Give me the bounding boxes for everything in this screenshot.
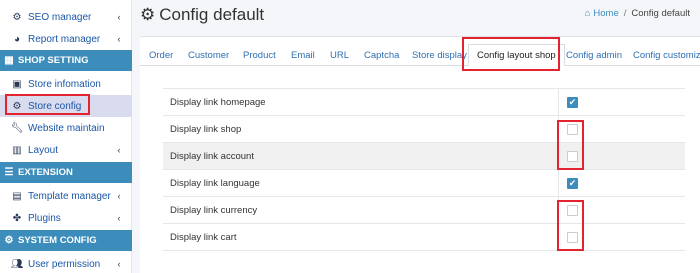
- tab-config-customize[interactable]: Config customize: [633, 44, 700, 66]
- gear-icon: ⚙: [12, 100, 22, 112]
- tab-store-display[interactable]: Store display: [412, 44, 467, 66]
- sidebar-item-label: Website maintain: [28, 122, 105, 134]
- chevron-left-icon: ‹: [117, 213, 121, 223]
- display-currency-checkbox[interactable]: [567, 204, 578, 216]
- display-account-checkbox[interactable]: [567, 150, 578, 162]
- setting-label: Display link shop: [163, 116, 559, 142]
- display-cart-checkbox[interactable]: [567, 231, 578, 243]
- sidebar-item-label: Plugins: [28, 212, 61, 224]
- sidebar-item-label: Layout: [28, 144, 59, 156]
- sidebar-item-label: Report manager: [28, 33, 101, 45]
- display-language-checkbox[interactable]: ✔: [567, 177, 578, 189]
- tab-config-layout-shop[interactable]: Config layout shop: [468, 44, 565, 66]
- pie-chart-icon: ◕: [13, 33, 21, 45]
- setting-label: Display link language: [163, 170, 559, 196]
- sidebar-item-plugins[interactable]: ✤ Plugins ‹: [0, 207, 132, 229]
- chevron-left-icon: ‹: [117, 34, 121, 44]
- sidebar-item-seo-manager[interactable]: ⚙ SEO manager ‹: [0, 6, 132, 28]
- table-row: Display link shop: [163, 116, 685, 143]
- tab-config-admin[interactable]: Config admin: [566, 44, 622, 66]
- setting-label: Display link cart: [163, 224, 559, 250]
- tab-email[interactable]: Email: [291, 44, 315, 66]
- tab-captcha[interactable]: Captcha: [364, 44, 399, 66]
- gears-icon: ⚙: [140, 5, 156, 24]
- layout-icon: ▥: [12, 144, 22, 156]
- sidebar: ⚙ SEO manager ‹ ◕ Report manager ‹ ▦ SHO…: [0, 0, 132, 273]
- gear-icon: ⚙: [12, 11, 22, 23]
- page-title: ⚙ Config default: [140, 5, 265, 24]
- display-shop-checkbox[interactable]: [567, 123, 578, 135]
- sidebar-item-store-infomation[interactable]: ▣ Store infomation: [0, 73, 132, 95]
- chevron-left-icon: ‹: [117, 12, 121, 22]
- list-icon: ☰: [4, 167, 14, 178]
- sidebar-item-label: Template manager: [28, 190, 111, 202]
- gears-icon: ⚙: [4, 235, 14, 246]
- chevron-left-icon: ‹: [117, 145, 121, 155]
- sidebar-item-label: Store config: [28, 100, 82, 112]
- sidebar-item-store-config[interactable]: ⚙ Store config: [0, 95, 132, 117]
- users-icon: 👥︎: [10, 258, 24, 270]
- sidebar-item-website-maintain[interactable]: 🔧︎ Website maintain: [0, 117, 132, 139]
- setting-label: Display link account: [163, 143, 559, 169]
- tab-order[interactable]: Order: [149, 44, 173, 66]
- breadcrumb-home[interactable]: ⌂ Home: [585, 8, 619, 19]
- sidebar-section-system-config: ⚙ SYSTEM CONFIG: [0, 230, 132, 251]
- tab-bar: Order Customer Product Email URL Captcha…: [140, 44, 700, 66]
- setting-label: Display link currency: [163, 197, 559, 223]
- setting-label: Display link homepage: [163, 89, 559, 115]
- table-row: Display link account: [163, 143, 685, 170]
- sidebar-item-user-permission[interactable]: 👥︎ User permission ‹: [0, 253, 132, 273]
- home-icon: ⌂: [584, 8, 591, 19]
- sidebar-item-report-manager[interactable]: ◕ Report manager ‹: [0, 28, 132, 50]
- table-row: Display link cart: [163, 224, 685, 251]
- chevron-left-icon: ‹: [117, 259, 121, 269]
- sidebar-item-label: Store infomation: [28, 78, 101, 90]
- wrench-icon: 🔧︎: [10, 122, 24, 134]
- table-row: Display link homepage ✔: [163, 89, 685, 116]
- sidebar-item-label: User permission: [28, 258, 101, 270]
- display-homepage-checkbox[interactable]: ✔: [567, 96, 578, 108]
- store-icon: ▣: [12, 78, 22, 90]
- template-icon: ▤: [12, 190, 22, 202]
- sidebar-section-shop-setting: ▦ SHOP SETTING: [0, 50, 132, 71]
- table-row: Display link language ✔: [163, 170, 685, 197]
- settings-table: Display link homepage ✔ Display link sho…: [163, 88, 685, 251]
- tab-product[interactable]: Product: [243, 44, 276, 66]
- store-icon: ▦: [4, 55, 14, 66]
- breadcrumb-current: Config default: [631, 8, 690, 19]
- sidebar-item-layout[interactable]: ▥ Layout ‹: [0, 139, 132, 161]
- sidebar-section-extension: ☰ EXTENSION: [0, 162, 132, 183]
- puzzle-icon: ✤: [12, 212, 22, 224]
- tab-url[interactable]: URL: [330, 44, 349, 66]
- table-row: Display link currency: [163, 197, 685, 224]
- sidebar-item-template-manager[interactable]: ▤ Template manager ‹: [0, 185, 132, 207]
- breadcrumb: ⌂ Home / Config default: [584, 8, 690, 19]
- sidebar-item-label: SEO manager: [28, 11, 92, 23]
- tab-customer[interactable]: Customer: [188, 44, 229, 66]
- chevron-left-icon: ‹: [117, 191, 121, 201]
